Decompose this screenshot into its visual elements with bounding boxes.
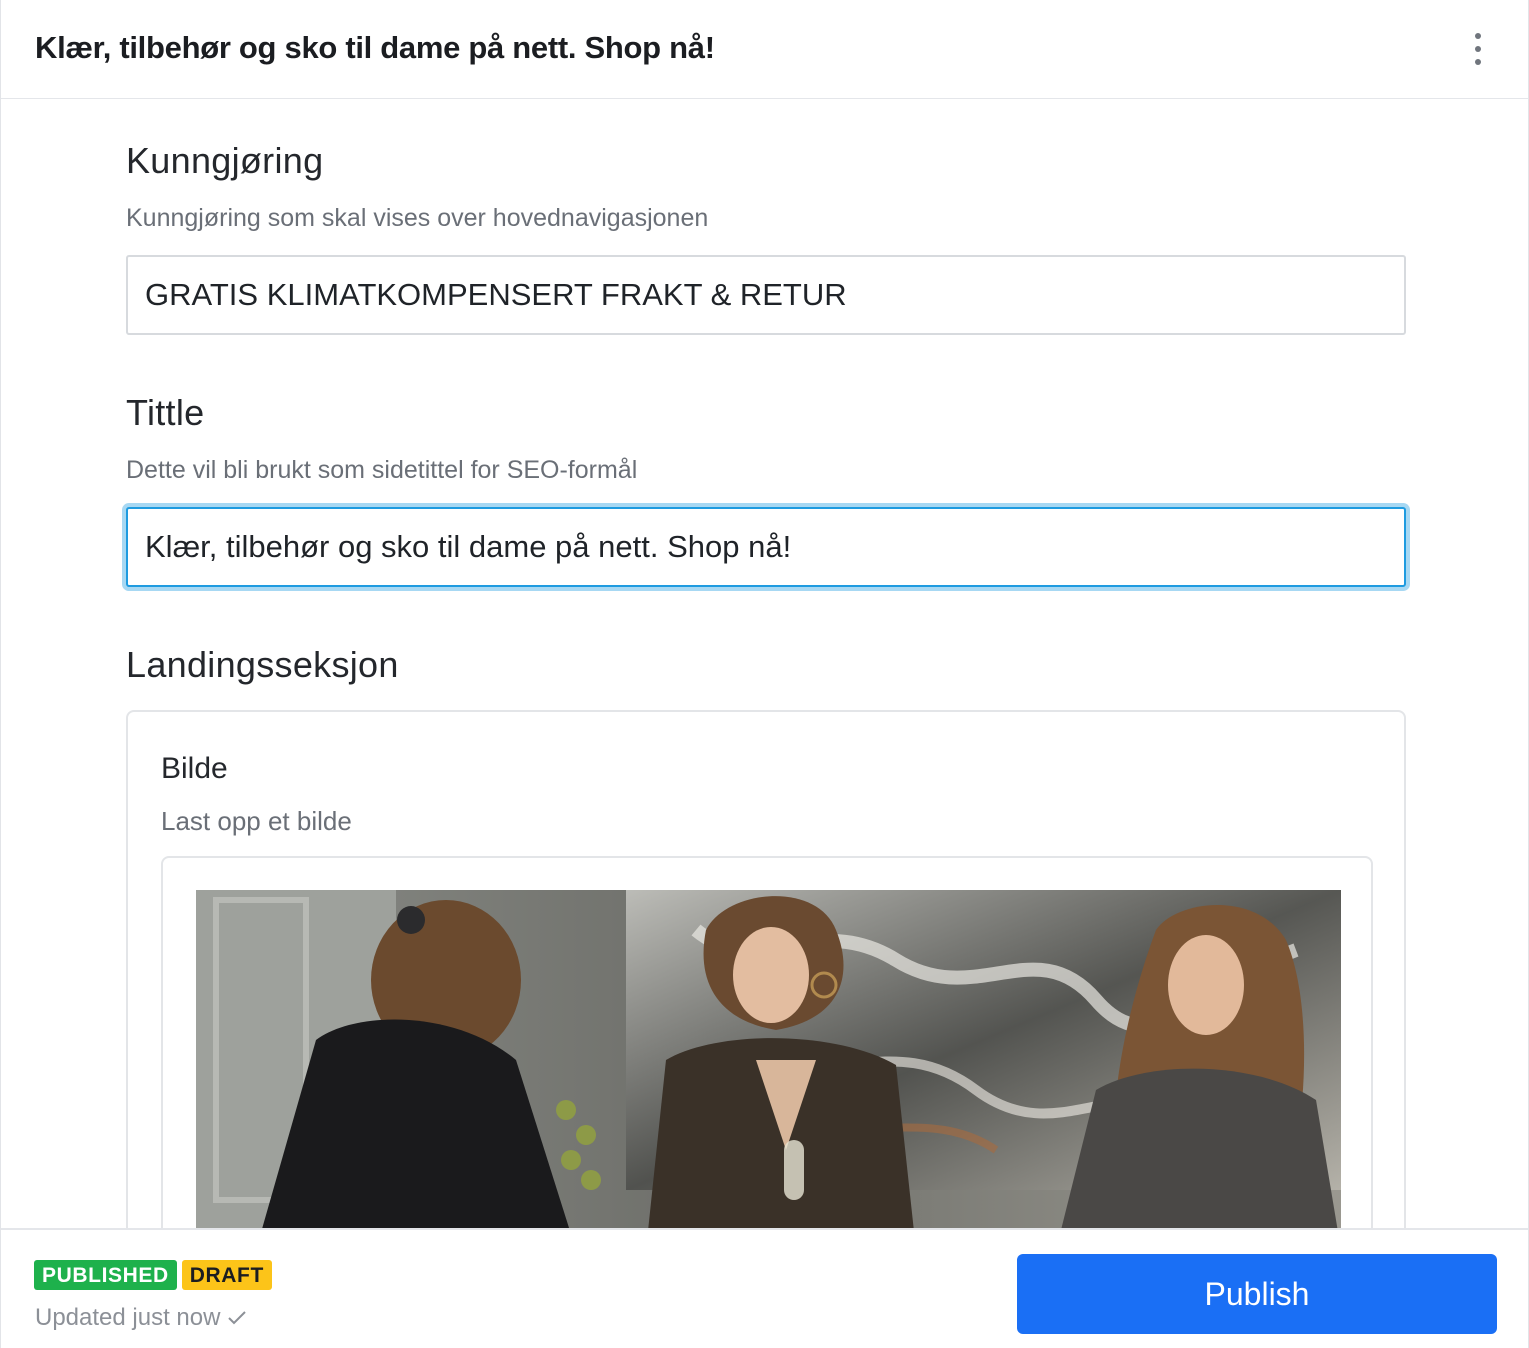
document-editor: Klær, tilbehør og sko til dame på nett. … [0, 0, 1529, 1348]
checkmark-icon [228, 1311, 247, 1325]
update-status-text: Updated just now [35, 1304, 221, 1331]
form-content[interactable]: Kunngjøring Kunngjøring som skal vises o… [1, 100, 1528, 1228]
landing-image[interactable] [196, 890, 1341, 1228]
document-footer: PUBLISHED DRAFT Updated just now Publish [1, 1228, 1528, 1348]
publish-button[interactable]: Publish [1017, 1254, 1497, 1334]
document-title: Klær, tilbehør og sko til dame på nett. … [35, 30, 715, 65]
update-status: Updated just now [35, 1304, 247, 1332]
landing-section-title: Landingsseksjon [126, 644, 399, 685]
landing-section-header: Landingsseksjon [126, 644, 1406, 686]
title-field-description: Dette vil bli brukt som sidetittel for S… [126, 456, 638, 484]
title-field: Tittle Dette vil bli brukt som sidetitte… [126, 392, 1406, 587]
announcement-title: Kunngjøring [126, 140, 324, 181]
published-badge: PUBLISHED [34, 1260, 177, 1290]
title-input[interactable] [126, 507, 1406, 587]
status-badges: PUBLISHED DRAFT [34, 1260, 272, 1290]
announcement-input[interactable] [126, 255, 1406, 335]
announcement-field: Kunngjøring Kunngjøring som skal vises o… [126, 140, 1406, 335]
announcement-description: Kunngjøring som skal vises over hovednav… [126, 204, 709, 232]
landing-section-card: Bilde Last opp et bilde [126, 710, 1406, 1228]
draft-badge: DRAFT [181, 1260, 272, 1290]
image-field-title: Bilde [161, 752, 228, 785]
image-field-description: Last opp et bilde [161, 806, 352, 836]
title-field-label: Tittle [126, 392, 205, 433]
landing-photo-graphic [196, 890, 1341, 1228]
image-upload-box[interactable] [161, 856, 1373, 1228]
document-header: Klær, tilbehør og sko til dame på nett. … [1, 0, 1528, 99]
more-vertical-icon[interactable] [1458, 28, 1498, 70]
